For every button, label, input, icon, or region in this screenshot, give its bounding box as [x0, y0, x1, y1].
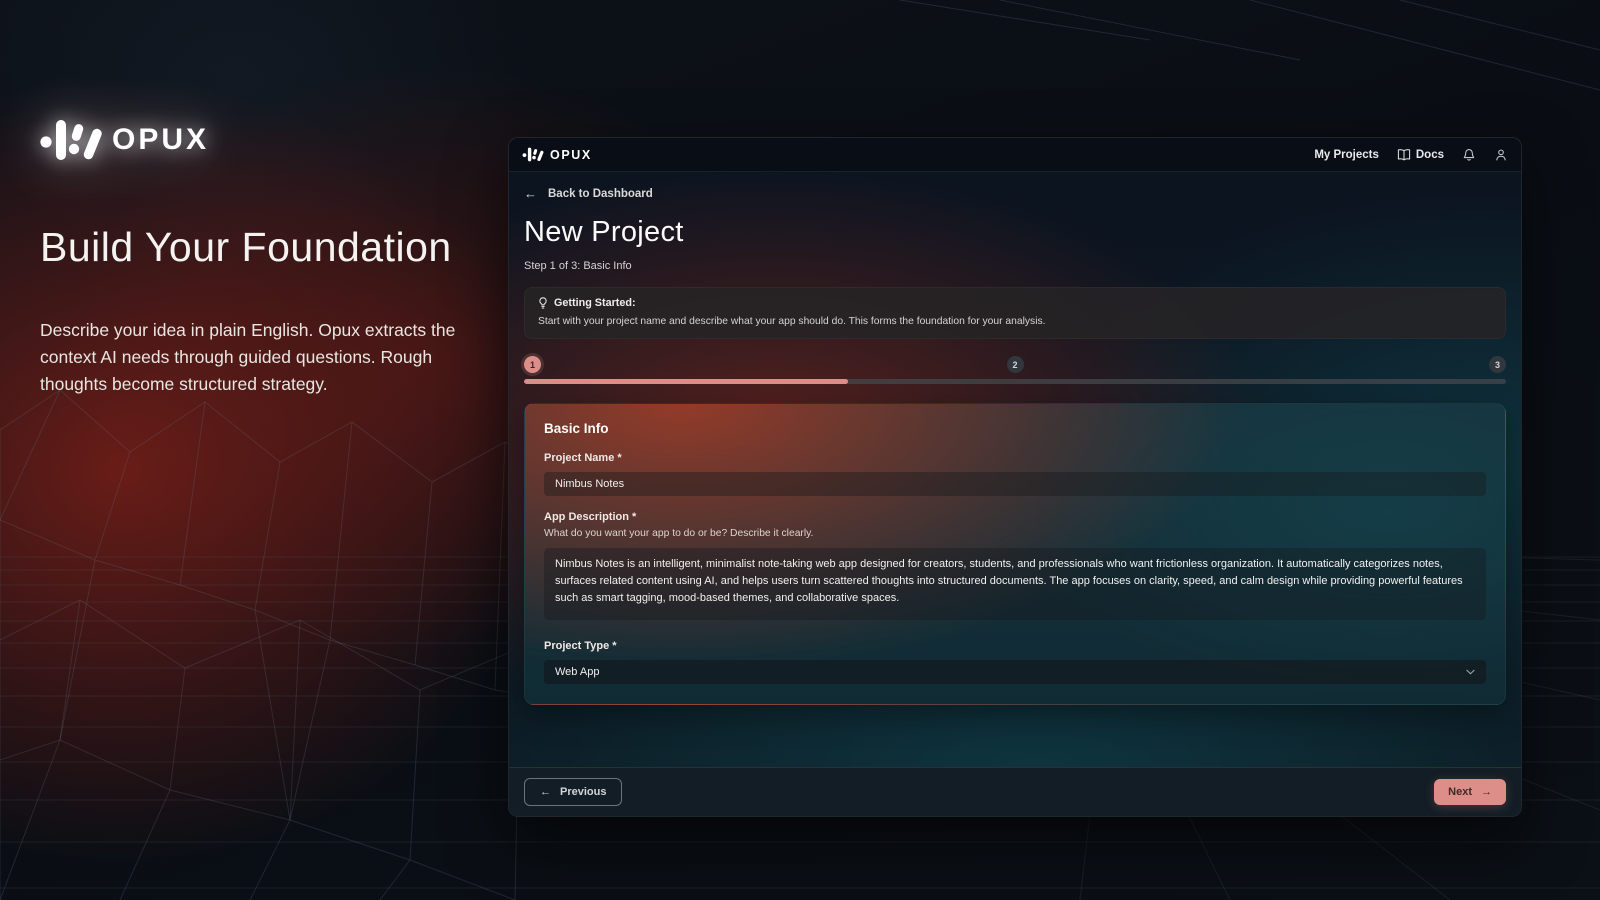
- nav-docs-label: Docs: [1416, 149, 1444, 161]
- previous-label: Previous: [560, 786, 606, 798]
- chevron-down-icon: [1466, 669, 1475, 675]
- lightbulb-icon: [538, 297, 548, 309]
- app-description-helper: What do you want your app to do or be? D…: [544, 528, 1486, 539]
- opux-logo-icon-small: [522, 147, 544, 162]
- app-description-textarea[interactable]: [544, 548, 1486, 620]
- progress-bar-track: [524, 379, 1506, 384]
- project-type-label: Project Type *: [544, 640, 1486, 652]
- previous-arrow-icon: ←: [540, 786, 551, 798]
- getting-started-tip: Getting Started: Start with your project…: [524, 287, 1506, 339]
- app-window: OPUX My Projects Docs: [508, 137, 1522, 817]
- page-title: New Project: [524, 216, 1506, 249]
- nav-my-projects-label: My Projects: [1314, 149, 1379, 161]
- nav-my-projects[interactable]: My Projects: [1314, 149, 1379, 161]
- back-to-dashboard-link[interactable]: ← Back to Dashboard: [524, 186, 1506, 201]
- back-arrow-icon: ←: [524, 186, 537, 201]
- hero-description: Describe your idea in plain English. Opu…: [40, 317, 460, 398]
- back-link-label: Back to Dashboard: [548, 188, 653, 200]
- notifications-button[interactable]: [1462, 148, 1476, 162]
- bell-icon: [1462, 148, 1476, 162]
- previous-button[interactable]: ← Previous: [524, 778, 622, 806]
- next-button[interactable]: Next →: [1434, 779, 1506, 805]
- step-1-marker[interactable]: 1: [524, 356, 541, 373]
- progress-steps: 1 2 3: [524, 356, 1506, 373]
- project-type-select[interactable]: Web App: [544, 660, 1486, 684]
- project-type-value: Web App: [555, 666, 599, 678]
- basic-info-card: Basic Info Project Name * App Descriptio…: [524, 403, 1506, 705]
- opux-logo-text: OPUX: [112, 123, 209, 157]
- app-nav: My Projects Docs: [1314, 148, 1508, 162]
- next-arrow-icon: →: [1481, 786, 1492, 798]
- project-name-input[interactable]: [544, 472, 1486, 496]
- step-3-marker[interactable]: 3: [1489, 356, 1506, 373]
- step-indicator-label: Step 1 of 3: Basic Info: [524, 260, 1506, 272]
- app-logo-text: OPUX: [550, 148, 592, 162]
- app-description-label: App Description *: [544, 511, 1486, 523]
- wizard-footer: ← Previous Next →: [509, 767, 1521, 816]
- hero-panel: OPUX Build Your Foundation Describe your…: [40, 118, 480, 398]
- tip-title: Getting Started:: [554, 297, 636, 309]
- book-icon: [1397, 148, 1411, 162]
- opux-logo-icon: [40, 118, 102, 162]
- user-icon: [1494, 148, 1508, 162]
- tip-title-row: Getting Started:: [538, 297, 1492, 309]
- project-name-label: Project Name *: [544, 452, 1486, 464]
- app-logo[interactable]: OPUX: [522, 147, 592, 162]
- tip-body: Start with your project name and describ…: [538, 316, 1492, 327]
- opux-logo: OPUX: [40, 118, 480, 162]
- app-top-bar: OPUX My Projects Docs: [509, 138, 1521, 172]
- next-label: Next: [1448, 786, 1472, 798]
- nav-docs[interactable]: Docs: [1397, 148, 1444, 162]
- card-title: Basic Info: [544, 421, 1486, 436]
- step-2-marker[interactable]: 2: [1007, 356, 1024, 373]
- hero-heading: Build Your Foundation: [40, 224, 480, 271]
- progress-fill: [524, 379, 848, 384]
- app-content: ← Back to Dashboard New Project Step 1 o…: [509, 172, 1521, 767]
- account-button[interactable]: [1494, 148, 1508, 162]
